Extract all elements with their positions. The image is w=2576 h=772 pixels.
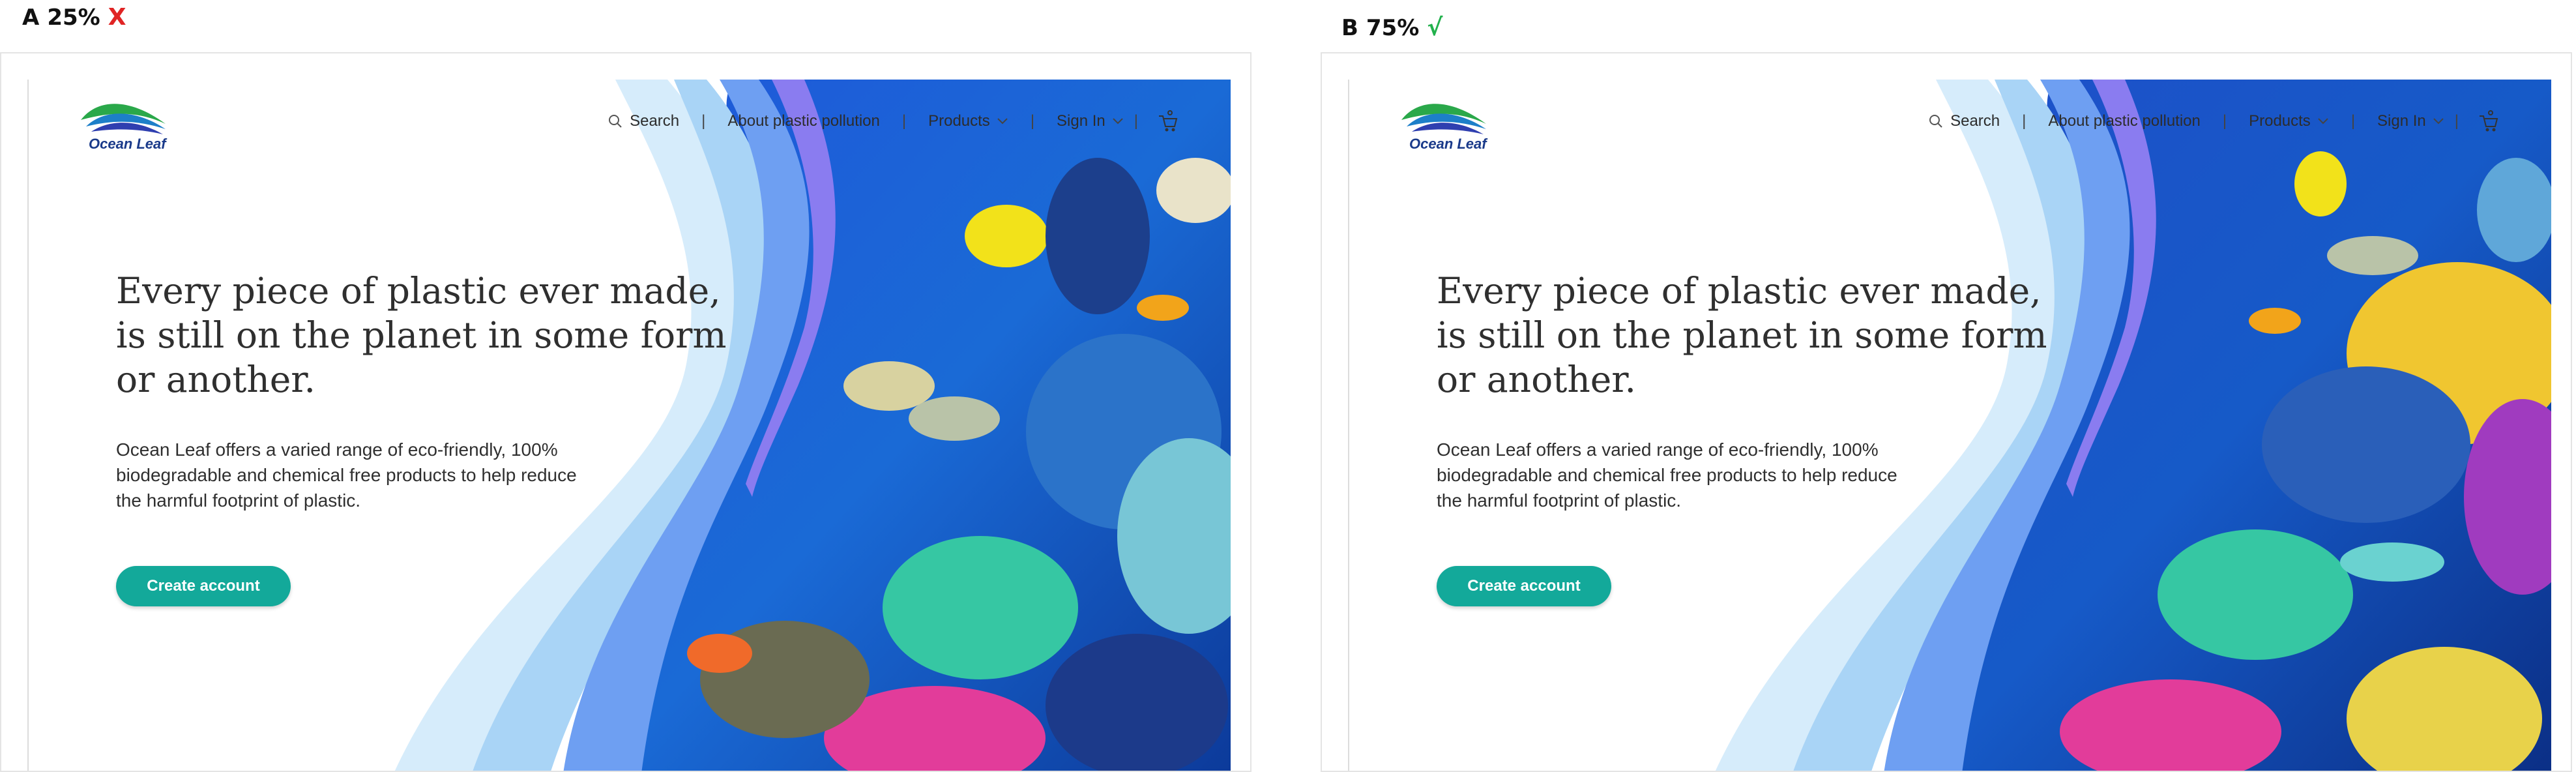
search-icon [609, 115, 622, 128]
sign-in-label: Sign In [1057, 112, 1105, 130]
products-label: Products [928, 112, 990, 130]
nav-separator: | [2222, 112, 2227, 130]
search-icon [1929, 115, 1942, 128]
variant-label-b: B 75% √ [1341, 14, 1442, 41]
search-link[interactable]: Search [607, 112, 679, 130]
top-navigation: Ocean Leaf Search | About plastic pollut… [29, 80, 1231, 152]
brand-name: Ocean Leaf [1409, 136, 1487, 152]
hero-illustration [1715, 80, 2551, 771]
yellow-fish-icon [2294, 151, 2347, 216]
chevron-down-icon [997, 118, 1008, 125]
cart-button[interactable] [1158, 110, 1178, 133]
search-link[interactable]: Search [1928, 112, 2000, 130]
nav-separator: | [2454, 112, 2459, 130]
hero-headline: Every piece of plastic ever made, is sti… [1437, 270, 2047, 400]
top-navigation: Ocean Leaf Search | About plastic pollut… [1349, 80, 2551, 152]
nav-separator: | [2022, 112, 2027, 130]
chevron-down-icon [2318, 118, 2328, 125]
search-label: Search [630, 112, 680, 130]
variant-letter: A [22, 4, 40, 31]
create-account-button[interactable]: Create account [116, 566, 291, 606]
cart-icon [1159, 110, 1178, 132]
about-plastic-link[interactable]: About plastic pollution [2048, 112, 2200, 130]
variant-a-panel: Ocean Leaf Search | About plastic pollut… [0, 52, 1251, 772]
check-mark-icon: √ [1427, 14, 1443, 41]
nav-separator: | [1030, 112, 1035, 130]
chevron-down-icon [2433, 118, 2444, 125]
sign-in-label: Sign In [2377, 112, 2426, 130]
variant-label-a: A 25% X [22, 4, 126, 31]
nav-separator: | [901, 112, 907, 130]
about-label: About plastic pollution [727, 112, 880, 130]
products-menu[interactable]: Products [928, 112, 1008, 130]
hero-headline: Every piece of plastic ever made, is sti… [116, 270, 727, 400]
sign-in-menu[interactable]: Sign In [2377, 112, 2444, 130]
hero-illustration [394, 80, 1231, 771]
hero-subtext: Ocean Leaf offers a varied range of eco-… [1437, 439, 1897, 511]
chevron-down-icon [1113, 118, 1123, 125]
variant-letter: B [1341, 14, 1358, 41]
variant-percent: 25% [47, 4, 100, 31]
products-menu[interactable]: Products [2249, 112, 2329, 130]
cart-icon [2480, 110, 2498, 132]
nav-separator: | [1134, 112, 1138, 130]
products-label: Products [2249, 112, 2311, 130]
cart-button[interactable] [2478, 110, 2499, 133]
nav-separator: | [2350, 112, 2356, 130]
nav-separator: | [701, 112, 706, 130]
landing-page-frame: Ocean Leaf Search | About plastic pollut… [1348, 80, 2551, 771]
fail-mark-icon: X [108, 4, 126, 31]
brand-name: Ocean Leaf [89, 136, 166, 152]
variant-percent: 75% [1366, 14, 1420, 41]
sign-in-menu[interactable]: Sign In [1057, 112, 1124, 130]
hero-subtext: Ocean Leaf offers a varied range of eco-… [116, 439, 577, 511]
about-label: About plastic pollution [2048, 112, 2201, 130]
search-label: Search [1950, 112, 2000, 130]
variant-b-panel: Ocean Leaf Search | About plastic pollut… [1321, 52, 2572, 772]
create-account-button[interactable]: Create account [1437, 566, 1611, 606]
landing-page-frame: Ocean Leaf Search | About plastic pollut… [27, 80, 1231, 771]
about-plastic-link[interactable]: About plastic pollution [727, 112, 879, 130]
yellow-fish-icon [965, 205, 1048, 267]
